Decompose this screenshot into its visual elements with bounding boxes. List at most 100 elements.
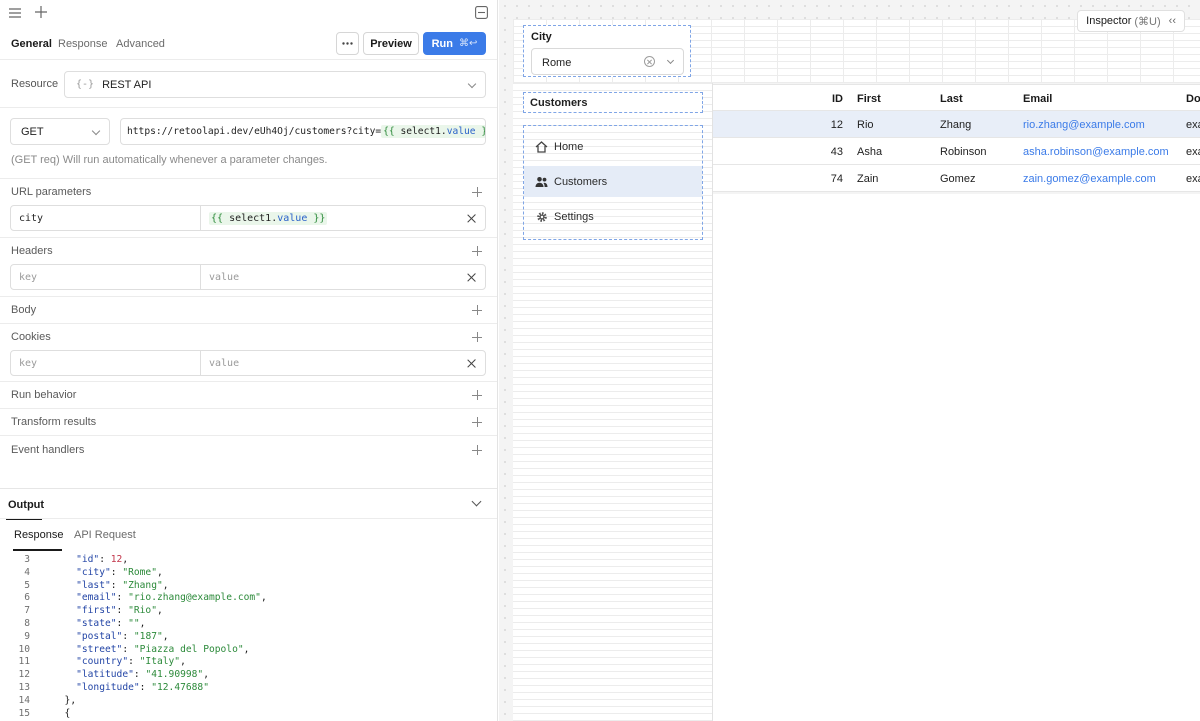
nav-label: Settings — [554, 210, 594, 223]
customers-title-component[interactable]: Customers — [523, 92, 703, 113]
code-line: 13 "longitude": "12.47688" — [0, 681, 497, 695]
code-text: "street": "Piazza del Popolo", — [76, 643, 250, 655]
template-open: {{ — [383, 126, 401, 137]
chevron-down-icon — [467, 79, 477, 89]
col-email[interactable]: Email — [1023, 93, 1052, 105]
menu-icon[interactable] — [8, 6, 22, 20]
line-number: 3 — [24, 554, 30, 565]
chevron-down-icon — [666, 56, 675, 65]
code-line: 11 "country": "Italy", — [0, 656, 497, 669]
inspector-label: Inspector — [1086, 15, 1132, 27]
tab-response[interactable]: Response — [58, 38, 108, 50]
code-text: "postal": "187", — [76, 630, 169, 642]
code-line: 14 }, — [0, 694, 497, 708]
table-row[interactable]: 12 Rio Zhang rio.zhang@example.com exa — [713, 111, 1200, 138]
code-line: 6 "email": "rio.zhang@example.com", — [0, 592, 497, 605]
expand-transform-icon[interactable] — [472, 417, 482, 427]
divider — [0, 296, 497, 297]
city-select[interactable]: Rome — [531, 48, 684, 75]
event-handlers-title[interactable]: Event handlers — [11, 444, 84, 456]
add-event-handler-icon[interactable] — [472, 445, 482, 455]
param-key-input[interactable]: city — [11, 206, 201, 230]
run-button[interactable]: Run ⌘↩ — [423, 32, 486, 55]
json-key: "country" — [76, 656, 129, 668]
code-text: "email": "rio.zhang@example.com", — [76, 592, 267, 604]
header-key-input[interactable]: key — [11, 265, 201, 289]
cell-email[interactable]: rio.zhang@example.com — [1023, 119, 1145, 131]
clear-icon[interactable] — [644, 56, 655, 67]
cookie-key-input[interactable]: key — [11, 351, 201, 375]
add-icon[interactable] — [34, 5, 48, 19]
run-behavior-title[interactable]: Run behavior — [11, 389, 76, 401]
remove-cookie-icon[interactable] — [467, 359, 476, 368]
customers-table[interactable]: ID First Last Email Do 12 Rio Zhang rio.… — [713, 84, 1200, 192]
code-line: 8 "state": "", — [0, 617, 497, 631]
json-value: "" — [128, 617, 140, 629]
tab-general[interactable]: General — [11, 38, 52, 50]
tab-output-response[interactable]: Response — [14, 529, 64, 541]
add-body-icon[interactable] — [472, 305, 482, 315]
json-key: "street" — [76, 643, 123, 655]
json-key: "email" — [76, 592, 117, 604]
remove-header-icon[interactable] — [467, 273, 476, 282]
table-row[interactable]: 74 Zain Gomez zain.gomez@example.com exa — [713, 165, 1200, 192]
code-line: 12 "latitude": "41.90998", — [0, 669, 497, 682]
json-value: "187" — [133, 630, 163, 642]
collapse-panel-icon[interactable] — [474, 5, 488, 19]
cell-email[interactable]: asha.robinson@example.com — [1023, 146, 1169, 158]
tab-api-request[interactable]: API Request — [74, 529, 136, 541]
table-background — [713, 194, 1200, 721]
body-title: Body — [11, 304, 37, 316]
preview-button[interactable]: Preview — [363, 32, 419, 55]
nav-label: Customers — [554, 175, 608, 188]
template-close: }} — [307, 212, 326, 224]
line-number: 8 — [24, 617, 30, 629]
more-options-button[interactable] — [336, 32, 359, 55]
cell-email[interactable]: zain.gomez@example.com — [1023, 173, 1156, 185]
nav-item-home[interactable]: Home — [524, 131, 702, 162]
json-key: "state" — [76, 617, 117, 629]
param-value-input[interactable]: {{ select1.value }} — [201, 206, 485, 230]
line-number: 14 — [18, 694, 30, 706]
code-text: "id": 12, — [76, 554, 129, 565]
resource-select[interactable]: {-} REST API — [64, 71, 486, 98]
line-number: 5 — [24, 579, 30, 591]
inspector-button[interactable]: Inspector (⌘U) ‹‹ — [1077, 10, 1185, 32]
remove-param-icon[interactable] — [467, 214, 476, 223]
add-cookie-icon[interactable] — [472, 332, 482, 342]
cell-domain: exa — [1186, 173, 1200, 185]
template-prop: value — [277, 212, 308, 224]
chevron-down-icon[interactable] — [471, 496, 482, 507]
city-label: City — [531, 31, 552, 43]
json-key: "first" — [76, 605, 117, 617]
transform-results-title[interactable]: Transform results — [11, 416, 96, 428]
cell-id: 12 — [830, 119, 843, 131]
col-first[interactable]: First — [857, 93, 881, 105]
output-title: Output — [8, 499, 45, 511]
template-prop: value — [446, 126, 476, 137]
expand-run-behavior-icon[interactable] — [472, 390, 482, 400]
code-text: }, — [53, 694, 77, 706]
nav-item-customers[interactable]: Customers — [524, 166, 702, 197]
col-id[interactable]: ID — [713, 93, 843, 105]
customers-title: Customers — [530, 97, 588, 109]
col-domain[interactable]: Do — [1186, 93, 1200, 105]
method-select[interactable]: GET — [10, 118, 110, 145]
nav-item-settings[interactable]: Settings — [524, 201, 702, 232]
json-value: "12.47688" — [151, 681, 209, 693]
cookie-value-input[interactable]: value — [201, 351, 485, 375]
json-key: "city" — [76, 566, 111, 578]
code-text: "state": "", — [76, 617, 146, 629]
tab-advanced[interactable]: Advanced — [116, 38, 165, 50]
header-value-input[interactable]: value — [201, 265, 485, 289]
url-input[interactable]: https://retoolapi.dev/eUh4Oj/customers?c… — [120, 118, 486, 145]
response-json-viewer[interactable]: 3 "id": 12, 4 "city": "Rome", 5 "last": "Z… — [0, 554, 497, 721]
json-value: "41.90998" — [145, 669, 204, 681]
cookies-title: Cookies — [11, 331, 51, 343]
city-select-component[interactable]: City Rome — [523, 25, 691, 77]
add-header-icon[interactable] — [472, 246, 482, 256]
output-tab-underline — [13, 549, 62, 551]
col-last[interactable]: Last — [940, 93, 963, 105]
table-row[interactable]: 43 Asha Robinson asha.robinson@example.c… — [713, 138, 1200, 165]
add-url-parameter-icon[interactable] — [472, 187, 482, 197]
